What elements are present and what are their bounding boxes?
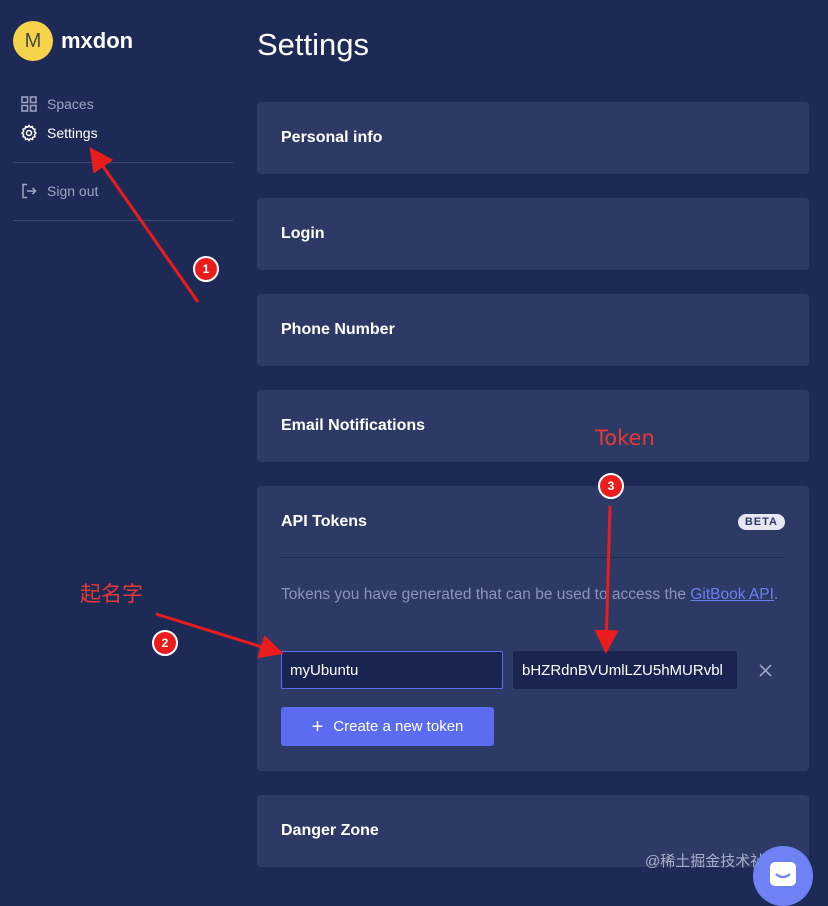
section-title: API Tokens [281, 513, 367, 530]
create-token-label: Create a new token [333, 718, 464, 735]
personal-info-section[interactable]: Personal info [257, 102, 809, 174]
username: mxdon [61, 28, 134, 53]
chat-button[interactable] [753, 846, 813, 906]
gitbook-api-link[interactable]: GitBook API [690, 586, 774, 603]
description-text: Tokens you have generated that can be us… [281, 586, 691, 603]
description-end: . [773, 586, 779, 603]
sidebar-item-label: Sign out [47, 183, 99, 199]
api-tokens-description: Tokens you have generated that can be us… [281, 582, 781, 608]
annotation-marker: 1 [193, 256, 219, 282]
email-notifications-section[interactable]: Email Notifications [257, 390, 809, 462]
token-name-input[interactable] [281, 651, 503, 689]
avatar[interactable]: M [13, 21, 53, 61]
annotation-token-label: Token [595, 426, 655, 450]
sidebar-item-spaces[interactable]: Spaces [20, 95, 94, 113]
user-profile[interactable]: M mxdon [13, 21, 133, 61]
annotation-name-label: 起名字 [80, 582, 143, 606]
close-icon[interactable] [755, 660, 775, 680]
section-divider [281, 557, 785, 558]
login-section[interactable]: Login [257, 198, 809, 270]
api-tokens-section: API Tokens BETA Tokens you have generate… [257, 486, 809, 771]
sidebar-item-settings[interactable]: Settings [20, 124, 98, 142]
section-title: Danger Zone [281, 822, 379, 839]
annotation-marker: 2 [152, 630, 178, 656]
section-title: Phone Number [281, 321, 395, 338]
sidebar-divider [13, 162, 233, 163]
plus-icon: + [311, 715, 324, 738]
beta-badge: BETA [737, 514, 785, 530]
page-title: Settings [257, 27, 370, 62]
gear-icon [20, 124, 38, 142]
section-title: Email Notifications [281, 417, 426, 434]
chat-icon [770, 862, 796, 886]
phone-number-section[interactable]: Phone Number [257, 294, 809, 366]
section-title: Personal info [281, 129, 383, 146]
token-value-field[interactable] [513, 651, 737, 689]
sign-out-icon [22, 183, 37, 199]
section-title: Login [281, 225, 325, 242]
sidebar-item-label: Spaces [47, 96, 94, 112]
sidebar-divider [13, 220, 233, 221]
sidebar-item-sign-out[interactable]: Sign out [20, 182, 98, 200]
sidebar: M mxdon Spaces Settings Sign out [0, 0, 240, 896]
create-token-button[interactable]: + Create a new token [281, 707, 494, 746]
grid-icon [21, 96, 37, 112]
sidebar-item-label: Settings [47, 125, 98, 141]
annotation-marker: 3 [598, 473, 624, 499]
